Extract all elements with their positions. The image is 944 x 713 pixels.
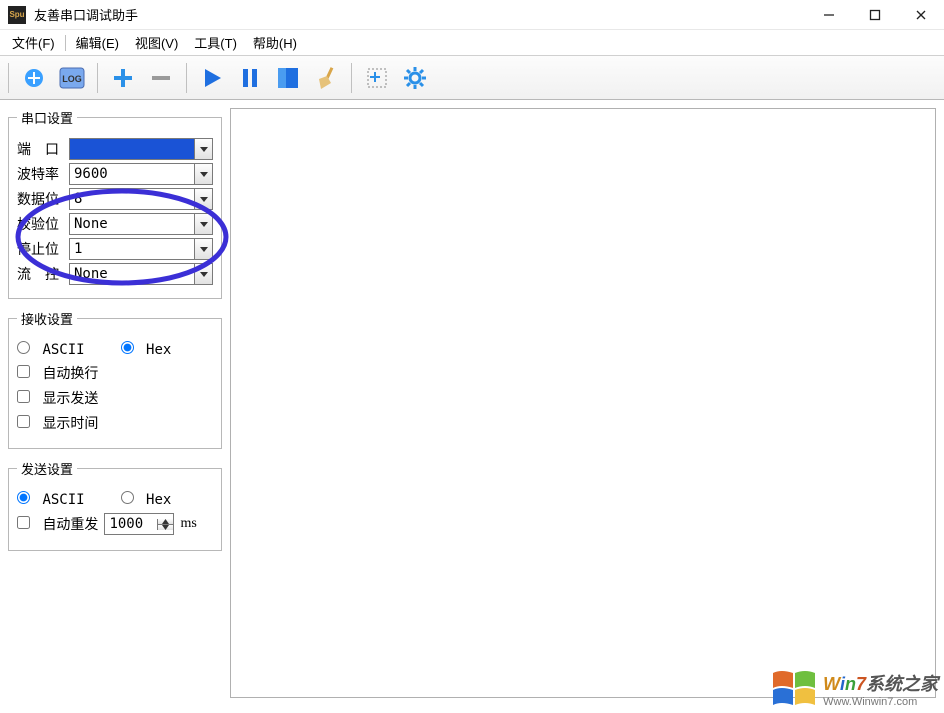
receive-ascii-label: ASCII: [42, 342, 84, 358]
send-ascii-label: ASCII: [42, 492, 84, 508]
pause-icon: [237, 65, 263, 91]
resend-interval-input[interactable]: 1000: [104, 513, 174, 535]
auto-resend-checkbox[interactable]: 自动重发: [17, 514, 98, 534]
receive-ascii-radio[interactable]: ASCII: [17, 341, 85, 358]
chevron-down-icon[interactable]: [194, 214, 212, 234]
data-bits-value: 8: [70, 191, 194, 207]
send-settings-legend: 发送设置: [17, 459, 77, 478]
play-icon: [199, 65, 225, 91]
minus-icon: [148, 65, 174, 91]
port-label: 端 口: [17, 139, 63, 159]
connect-icon: [21, 65, 47, 91]
toolbar-separator: [351, 63, 352, 93]
sidebar: 串口设置 端 口 波特率 9600 数据位 8: [0, 100, 230, 559]
receive-hex-label: Hex: [146, 342, 171, 358]
clear-button[interactable]: [309, 61, 343, 95]
stop-bits-combo[interactable]: 1: [69, 238, 213, 260]
minimize-icon: [823, 9, 835, 21]
show-send-label: 显示发送: [42, 391, 98, 407]
new-window-icon: [364, 65, 390, 91]
connect-button[interactable]: [17, 61, 51, 95]
stop-bits-label: 停止位: [17, 239, 63, 259]
baud-value: 9600: [70, 166, 194, 182]
parity-combo[interactable]: None: [69, 213, 213, 235]
resend-unit-label: ms: [180, 516, 196, 532]
menu-separator: [65, 35, 66, 51]
start-button[interactable]: [195, 61, 229, 95]
close-button[interactable]: [898, 0, 944, 30]
gear-icon: [402, 65, 428, 91]
serial-settings-legend: 串口设置: [17, 108, 77, 127]
maximize-button[interactable]: [852, 0, 898, 30]
show-time-label: 显示时间: [42, 416, 98, 432]
chevron-down-icon[interactable]: [194, 164, 212, 184]
window-title: 友善串口调试助手: [34, 5, 138, 24]
chevron-down-icon[interactable]: [194, 239, 212, 259]
close-icon: [915, 9, 927, 21]
broom-icon: [313, 65, 339, 91]
output-panel[interactable]: [230, 108, 936, 698]
send-settings-group: 发送设置 ASCII Hex 自动重发 1000 ms: [8, 459, 222, 551]
windows-flag-icon: [771, 669, 817, 709]
pause-button[interactable]: [233, 61, 267, 95]
toolbar: LOG: [0, 56, 944, 100]
send-ascii-radio[interactable]: ASCII: [17, 491, 85, 508]
menubar: 文件(F) 编辑(E) 视图(V) 工具(T) 帮助(H): [0, 30, 944, 56]
receive-hex-radio[interactable]: Hex: [121, 341, 172, 358]
menu-tools[interactable]: 工具(T): [186, 31, 245, 54]
chevron-down-icon[interactable]: [194, 139, 212, 159]
auto-wrap-checkbox[interactable]: 自动换行: [17, 363, 98, 383]
maximize-icon: [869, 9, 881, 21]
send-hex-radio[interactable]: Hex: [121, 491, 172, 508]
chevron-down-icon[interactable]: [194, 189, 212, 209]
stop-bits-value: 1: [70, 241, 194, 257]
serial-settings-group: 串口设置 端 口 波特率 9600 数据位 8: [8, 108, 222, 299]
flow-value: None: [70, 266, 194, 282]
log-button[interactable]: LOG: [55, 61, 89, 95]
app-icon: Spu: [8, 6, 26, 24]
watermark-url: Www.Winwin7.com: [823, 696, 938, 708]
toolbar-separator: [186, 63, 187, 93]
flow-label: 流 控: [17, 264, 63, 284]
watermark: Win7系统之家 Www.Winwin7.com: [771, 669, 938, 709]
parity-label: 校验位: [17, 214, 63, 234]
log-icon: LOG: [58, 64, 86, 92]
receive-settings-legend: 接收设置: [17, 309, 77, 328]
watermark-brand: Win7系统之家: [823, 670, 938, 696]
menu-edit[interactable]: 编辑(E): [68, 31, 127, 54]
svg-text:LOG: LOG: [62, 74, 82, 84]
data-bits-combo[interactable]: 8: [69, 188, 213, 210]
menu-file[interactable]: 文件(F): [4, 31, 63, 54]
menu-help[interactable]: 帮助(H): [245, 31, 305, 54]
toolbar-separator: [8, 63, 9, 93]
minimize-button[interactable]: [806, 0, 852, 30]
spin-down-button[interactable]: [158, 524, 173, 530]
parity-value: None: [70, 216, 194, 232]
auto-wrap-label: 自动换行: [42, 366, 98, 382]
port-combo[interactable]: [69, 138, 213, 160]
settings-button[interactable]: [398, 61, 432, 95]
chevron-down-icon[interactable]: [194, 264, 212, 284]
auto-resend-label: 自动重发: [42, 517, 98, 533]
menu-view[interactable]: 视图(V): [127, 31, 186, 54]
toolbar-separator: [97, 63, 98, 93]
zoom-in-button[interactable]: [106, 61, 140, 95]
baud-combo[interactable]: 9600: [69, 163, 213, 185]
data-bits-label: 数据位: [17, 189, 63, 209]
flow-combo[interactable]: None: [69, 263, 213, 285]
show-send-checkbox[interactable]: 显示发送: [17, 388, 98, 408]
new-window-button[interactable]: [360, 61, 394, 95]
resend-interval-value: 1000: [105, 516, 157, 532]
send-hex-label: Hex: [146, 492, 171, 508]
plus-icon: [110, 65, 136, 91]
baud-label: 波特率: [17, 164, 63, 184]
show-time-checkbox[interactable]: 显示时间: [17, 413, 98, 433]
titlebar: Spu 友善串口调试助手: [0, 0, 944, 30]
receive-settings-group: 接收设置 ASCII Hex 自动换行 显示发送 显示时间: [8, 309, 222, 449]
panel-button[interactable]: [271, 61, 305, 95]
zoom-out-button[interactable]: [144, 61, 178, 95]
panel-icon: [275, 65, 301, 91]
